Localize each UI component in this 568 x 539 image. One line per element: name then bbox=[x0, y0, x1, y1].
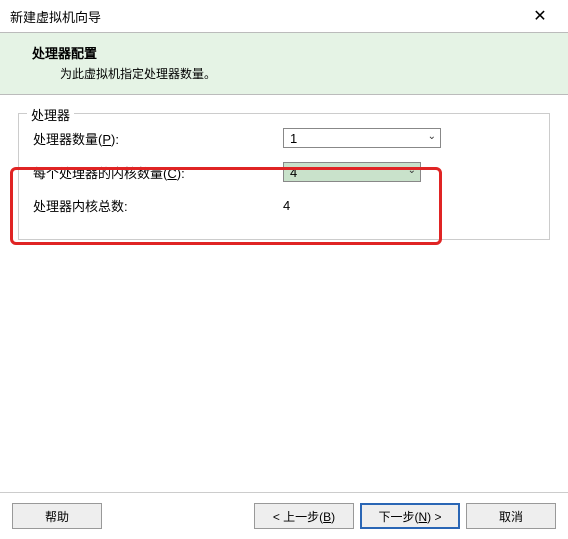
total-label: 处理器内核总数: bbox=[33, 196, 283, 215]
back-button[interactable]: < 上一步(B) bbox=[254, 503, 354, 529]
processors-select[interactable]: 1 bbox=[283, 128, 441, 148]
cancel-button[interactable]: 取消 bbox=[466, 503, 556, 529]
close-button[interactable]: ✕ bbox=[520, 6, 560, 26]
processors-fieldset: 处理器 处理器数量(P): 1 ⌄ 每个处理器的内核数量(C): 4 ⌄ bbox=[18, 113, 550, 240]
cores-select[interactable]: 4 bbox=[283, 162, 421, 182]
window-title: 新建虚拟机向导 bbox=[10, 7, 101, 26]
cores-per-processor-row: 每个处理器的内核数量(C): 4 ⌄ bbox=[29, 162, 539, 182]
wizard-header: 处理器配置 为此虚拟机指定处理器数量。 bbox=[0, 32, 568, 95]
header-title: 处理器配置 bbox=[18, 43, 550, 62]
total-value: 4 bbox=[283, 198, 290, 213]
next-button[interactable]: 下一步(N) > bbox=[360, 503, 460, 529]
total-cores-row: 处理器内核总数: 4 bbox=[29, 196, 539, 215]
cores-label: 每个处理器的内核数量(C): bbox=[33, 163, 283, 182]
header-subtitle: 为此虚拟机指定处理器数量。 bbox=[18, 65, 550, 82]
close-icon: ✕ bbox=[533, 6, 546, 26]
processors-label: 处理器数量(P): bbox=[33, 129, 283, 148]
footer: 帮助 < 上一步(B) 下一步(N) > 取消 bbox=[0, 492, 568, 539]
help-button[interactable]: 帮助 bbox=[12, 503, 102, 529]
fieldset-legend: 处理器 bbox=[27, 105, 74, 124]
processors-row: 处理器数量(P): 1 ⌄ bbox=[29, 128, 539, 148]
titlebar: 新建虚拟机向导 ✕ bbox=[0, 0, 568, 32]
